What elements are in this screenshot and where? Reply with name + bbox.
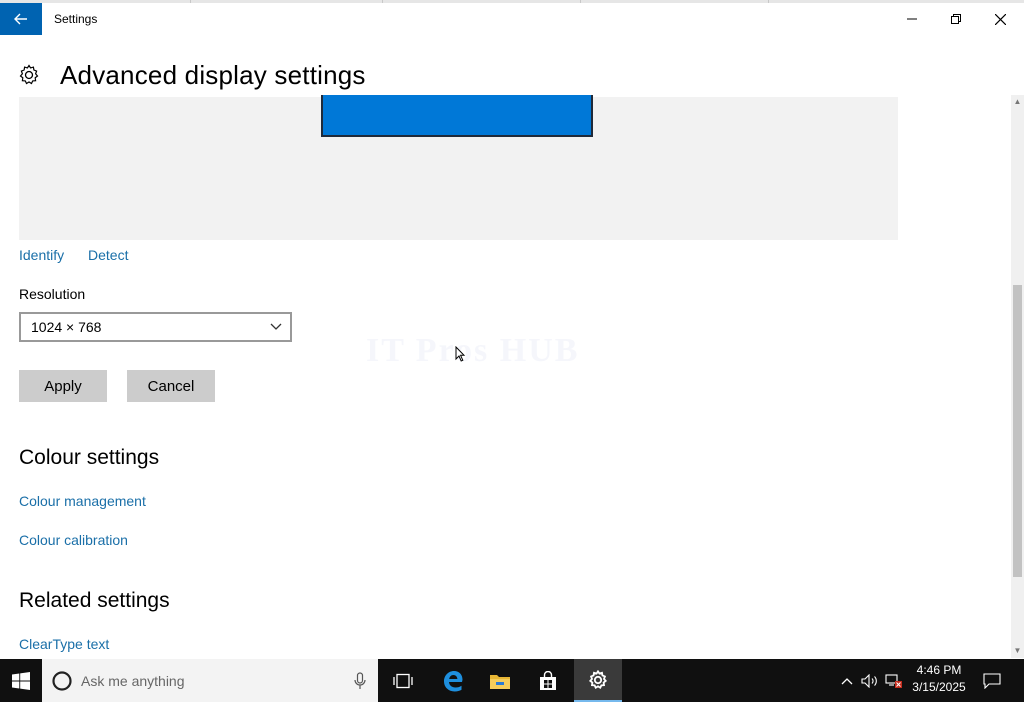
search-placeholder: Ask me anything: [81, 672, 185, 689]
cleartype-text-link[interactable]: ClearType text: [19, 636, 109, 652]
settings-taskbar-button[interactable]: [574, 659, 622, 702]
clock-date: 3/15/2025: [912, 680, 966, 694]
mouse-cursor-icon: [455, 346, 466, 362]
vertical-scrollbar[interactable]: ▲ ▼: [1011, 95, 1024, 658]
back-button[interactable]: [0, 3, 42, 35]
task-view-icon: [393, 673, 413, 688]
scroll-up-icon[interactable]: ▲: [1013, 97, 1022, 107]
network-button[interactable]: [883, 659, 905, 702]
gear-icon: [19, 64, 39, 85]
folder-icon: [490, 674, 510, 689]
notification-icon: [983, 672, 1001, 689]
file-explorer-button[interactable]: [477, 659, 523, 702]
colour-calibration-link[interactable]: Colour calibration: [19, 532, 128, 548]
start-button[interactable]: [0, 659, 42, 702]
colour-settings-heading: Colour settings: [19, 446, 160, 469]
taskbar: Ask me anything 4:46 PM 3/15/2025: [0, 659, 1024, 702]
edge-browser-button[interactable]: [430, 659, 476, 702]
minimize-icon: [907, 18, 917, 20]
gear-icon: [588, 669, 608, 689]
window-title: Settings: [54, 12, 98, 26]
colour-management-link[interactable]: Colour management: [19, 493, 146, 509]
store-bag-icon: [540, 670, 556, 690]
clock[interactable]: 4:46 PM 3/15/2025: [904, 662, 974, 696]
detect-link[interactable]: Detect: [88, 247, 128, 263]
identify-link[interactable]: Identify: [19, 247, 64, 263]
close-icon: [994, 13, 1006, 25]
volume-button[interactable]: [859, 659, 881, 702]
speaker-icon: [861, 673, 877, 688]
scroll-down-icon[interactable]: ▼: [1013, 646, 1022, 656]
windows-logo-icon: [12, 671, 30, 690]
resolution-value: 1024 × 768: [31, 319, 102, 335]
scroll-thumb[interactable]: [1013, 285, 1022, 577]
close-button[interactable]: [978, 3, 1022, 35]
microphone-icon[interactable]: [354, 671, 366, 690]
resolution-label: Resolution: [19, 286, 86, 302]
title-bar: Settings: [0, 3, 1024, 35]
back-arrow-icon: [14, 13, 27, 25]
chevron-up-icon: [841, 677, 853, 684]
display-preview-area: [19, 95, 898, 240]
page-header: Advanced display settings: [18, 58, 366, 92]
chevron-down-icon: [270, 323, 282, 330]
clock-time: 4:46 PM: [916, 663, 962, 677]
store-button[interactable]: [525, 659, 571, 702]
show-hidden-icons-button[interactable]: [836, 659, 858, 702]
resolution-dropdown[interactable]: 1024 × 768: [19, 312, 292, 342]
edge-icon: [444, 670, 463, 691]
restore-button[interactable]: [934, 3, 978, 35]
monitor-1-tile[interactable]: [321, 95, 593, 137]
page-title: Advanced display settings: [60, 59, 366, 90]
related-settings-heading: Related settings: [19, 589, 170, 612]
watermark: IT Pros HUB: [366, 332, 580, 369]
apply-button[interactable]: Apply: [19, 370, 107, 402]
network-disconnected-icon: [885, 673, 902, 688]
action-center-button[interactable]: [978, 659, 1006, 702]
restore-icon: [951, 14, 961, 24]
cancel-button[interactable]: Cancel: [127, 370, 215, 402]
search-box[interactable]: Ask me anything: [42, 659, 378, 702]
cortana-icon: [52, 670, 72, 691]
task-view-button[interactable]: [380, 659, 426, 702]
minimize-button[interactable]: [890, 3, 934, 35]
